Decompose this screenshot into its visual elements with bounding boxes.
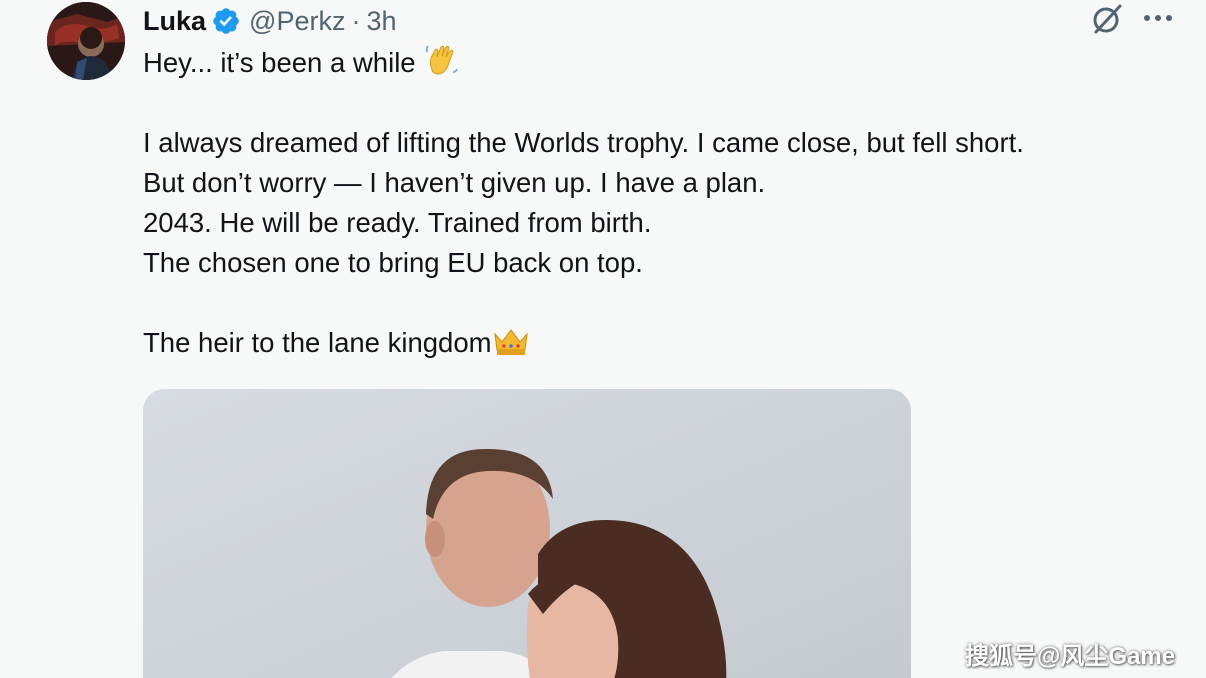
tweet-line-6: The chosen one to bring EU back on top. [143,247,643,278]
crown-emoji [493,329,528,355]
header-separator: · [351,5,361,36]
tweet-line-2 [143,83,1183,123]
tweet-media-photo[interactable] [143,389,911,678]
tweet: Luka @Perkz · 3h Hey... it’s been a whil… [0,0,1206,678]
grok-icon[interactable] [1090,2,1124,36]
photo-couple [143,389,911,678]
tweet-line-8: The heir to the lane kingdom [143,323,1183,363]
tweet-line-7 [143,283,1183,323]
tweet-text: Hey... it’s been a while I always dreame… [143,42,1183,363]
tweet-line-3: I always dreamed of lifting the Worlds t… [143,127,1024,158]
tweet-header: Luka @Perkz · 3h [143,3,397,39]
tweet-timestamp[interactable]: 3h [366,6,396,37]
verified-badge-icon [213,8,239,34]
waving-hand-emoji [426,45,459,75]
watermark: 搜狐号@风尘Game [965,643,1176,670]
author-avatar[interactable] [47,2,125,80]
tweet-line-5: 2043. He will be ready. Trained from bir… [143,207,652,238]
more-options-icon[interactable] [1142,8,1174,28]
author-name[interactable]: Luka [143,6,206,37]
tweet-line-4: But don’t worry — I haven’t given up. I … [143,167,766,198]
avatar-image [47,2,125,80]
tweet-line-1: Hey... it’s been a while [143,42,1183,83]
author-handle[interactable]: @Perkz [249,6,345,37]
